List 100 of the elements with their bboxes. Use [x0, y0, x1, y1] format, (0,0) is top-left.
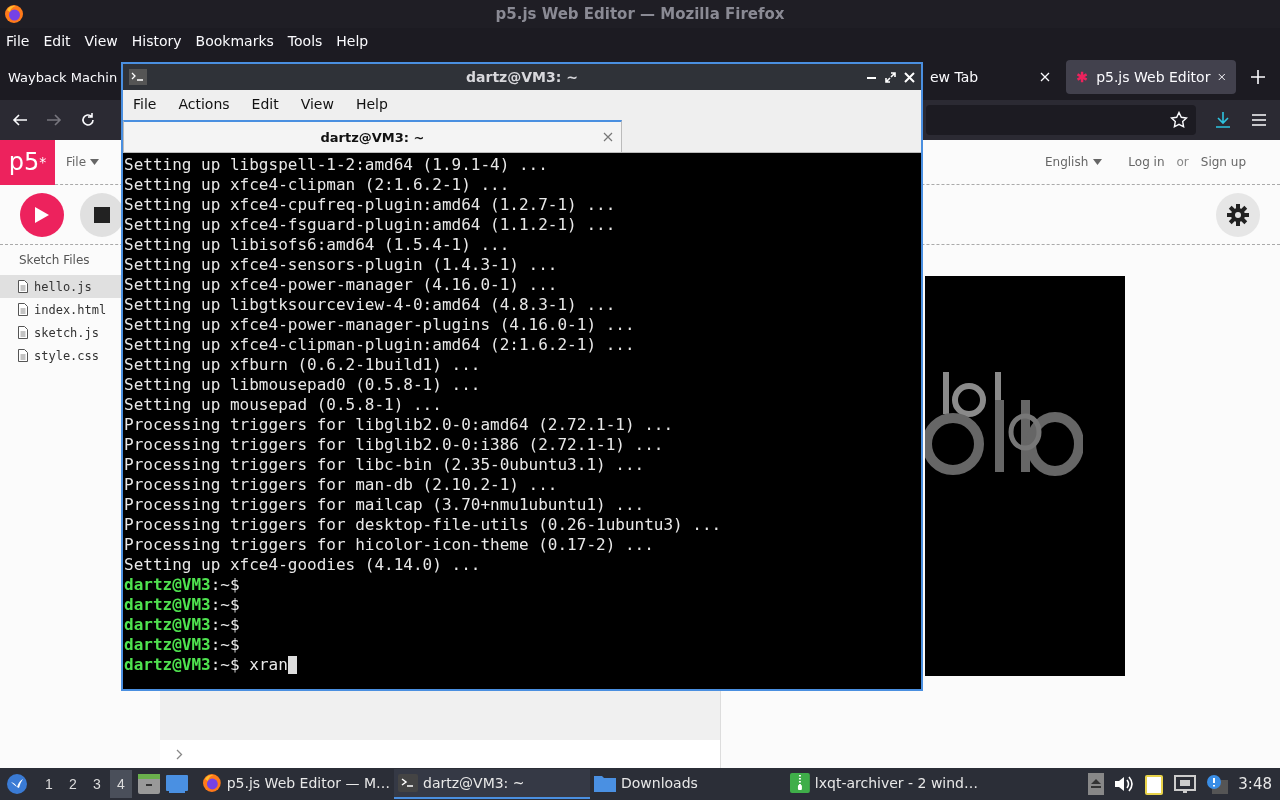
file-menu[interactable]: File	[66, 155, 100, 169]
menu-item[interactable]: Help	[336, 33, 369, 49]
browser-tab[interactable]: Wayback Machin	[0, 60, 121, 94]
terminal-line: Setting up xfce4-fsguard-plugin:amd64 (1.1.2-1) ...	[124, 215, 616, 235]
sketch-file-entry[interactable]: index.html	[0, 298, 121, 321]
menu-item[interactable]: Actions	[178, 96, 230, 112]
menu-item[interactable]: Edit	[43, 33, 71, 49]
chevron-icon[interactable]	[176, 748, 183, 760]
menu-item[interactable]: Bookmarks	[195, 33, 274, 49]
browser-tab[interactable]: ew Tab	[920, 60, 1060, 94]
file-icon	[18, 280, 28, 293]
window-icon[interactable]	[166, 775, 188, 793]
stop-button[interactable]	[80, 192, 124, 237]
terminal-icon	[129, 69, 147, 85]
zipper-icon	[790, 773, 810, 793]
desktop-button[interactable]: 4	[110, 770, 132, 798]
download-icon[interactable]	[1214, 111, 1232, 129]
taskbar-button[interactable]: Downloads	[590, 769, 786, 799]
browser-tab[interactable]: p5.js Web Editor	[1066, 60, 1236, 94]
desktop-button[interactable]: 2	[62, 770, 84, 798]
p5-logo[interactable]: p5$^{*}$	[0, 139, 55, 185]
terminal-line: Setting up libmousepad0 (0.5.8-1) ...	[124, 375, 481, 395]
reload-icon[interactable]	[80, 112, 96, 128]
volume-icon[interactable]	[1114, 775, 1135, 793]
terminal-line: Setting up xfce4-goodies (4.14.0) ...	[124, 555, 481, 575]
firefox-icon	[4, 4, 24, 24]
clipboard-icon[interactable]	[1144, 773, 1165, 795]
desktop-button[interactable]: 1	[38, 770, 60, 798]
prompt-path: :~$	[210, 655, 240, 675]
prompt-user: dartz@VM3	[124, 655, 211, 675]
taskbar-button[interactable]: p5.js Web Editor — M…	[198, 769, 394, 799]
terminal-icon	[398, 774, 418, 792]
terminal-line: Processing triggers for libc-bin (2.35-0ubuntu3.1) ...	[124, 455, 645, 475]
or-text: or	[1176, 155, 1189, 169]
terminal-line: Setting up xfce4-power-manager (4.16.0-1) ...	[124, 275, 558, 295]
menu-item[interactable]: File	[6, 33, 30, 49]
desktop-button[interactable]: 3	[86, 770, 108, 798]
settings-icon	[1227, 203, 1249, 226]
menu-item[interactable]: History	[131, 33, 182, 49]
settings-button[interactable]	[1216, 192, 1260, 237]
terminal-line: Setting up libgtksourceview-4-0:amd64 (4.8.3-1) ...	[124, 295, 616, 315]
terminal-line: Setting up libgspell-1-2:amd64 (1.9.1-4) ...	[124, 155, 548, 175]
firefox-icon	[202, 773, 222, 793]
sketch-file-entry[interactable]: sketch.js	[0, 321, 121, 344]
prompt-path: :~$	[210, 635, 240, 655]
menu-item[interactable]: Help	[355, 96, 388, 112]
prompt-path: :~$	[210, 615, 240, 635]
terminal-line: Processing triggers for hicolor-icon-theme (0.17-2) ...	[124, 535, 654, 555]
asterisk-icon	[1076, 69, 1089, 85]
signup-link[interactable]: Sign up	[1200, 155, 1246, 169]
caret-icon	[90, 159, 100, 165]
terminal-line: Setting up xfce4-cpufreq-plugin:amd64 (1.2.7-1) ...	[124, 195, 616, 215]
prompt-user: dartz@VM3	[124, 595, 211, 615]
terminal-line: Setting up xfce4-clipman (2:1.6.2-1) ...	[124, 175, 510, 195]
menu-item[interactable]: Tools	[287, 33, 323, 49]
clock[interactable]: 3:48	[1238, 775, 1272, 793]
file-icon	[18, 349, 28, 362]
prompt-path: :~$	[210, 595, 240, 615]
menu-item[interactable]: View	[84, 33, 118, 49]
menu-item[interactable]: File	[133, 96, 157, 112]
folder-icon	[594, 774, 616, 792]
prompt-user: dartz@VM3	[124, 635, 211, 655]
terminal-line: Processing triggers for desktop-file-utils (0.26-1ubuntu3) ...	[124, 515, 722, 535]
play-icon	[34, 205, 50, 224]
menu-item[interactable]: View	[300, 96, 334, 112]
terminal-line: Setting up xfce4-power-manager-plugins (4.16.0-1) ...	[124, 315, 635, 335]
login-link[interactable]: Log in	[1128, 155, 1165, 169]
language-menu[interactable]: English	[1044, 155, 1103, 169]
terminal-line: Setting up mousepad (0.5.8-1) ...	[124, 395, 442, 415]
play-button[interactable]	[20, 192, 64, 237]
command-text: xran	[249, 655, 288, 675]
caret-icon	[1093, 159, 1103, 165]
terminal-line: Setting up xfce4-clipman-plugin:amd64 (2:1.6.2-1) ...	[124, 335, 635, 355]
terminal-tab[interactable]: dartz@VM3: ~	[123, 120, 622, 152]
menu-item[interactable]: Edit	[251, 96, 279, 112]
taskbar-button[interactable]: lxqt-archiver - 2 wind…	[786, 769, 982, 799]
new-tab-icon[interactable]	[1250, 69, 1266, 85]
terminal-line: Setting up xfce4-sensors-plugin (1.4.3-1) ...	[124, 255, 558, 275]
file-cabinet-icon[interactable]	[138, 774, 160, 794]
sketch-file-entry[interactable]: hello.js	[0, 275, 121, 298]
taskbar-button[interactable]: dartz@VM3: ~	[394, 769, 590, 799]
terminal-line: Setting up xfburn (0.6.2-1build1) ...	[124, 355, 481, 375]
network-icon[interactable]	[1174, 775, 1197, 793]
menu-icon[interactable]	[1250, 112, 1268, 128]
terminal-line: Processing triggers for man-db (2.10.2-1) ...	[124, 475, 558, 495]
back-icon[interactable]	[12, 112, 28, 128]
sketch-file-entry[interactable]: style.css	[0, 344, 121, 367]
window-title: p5.js Web Editor — Mozilla Firefox	[495, 5, 785, 23]
stop-icon	[94, 206, 110, 223]
notification-icon[interactable]	[1206, 774, 1229, 794]
star-icon[interactable]	[1170, 111, 1188, 129]
maximize-icon[interactable]	[885, 71, 896, 83]
terminal-line: Processing triggers for libglib2.0-0:i386 (2.72.1-1) ...	[124, 435, 664, 455]
prompt-user: dartz@VM3	[124, 575, 211, 595]
terminal-line: Processing triggers for libglib2.0-0:amd64 (2.72.1-1) ...	[124, 415, 674, 435]
terminal-line: Setting up libisofs6:amd64 (1.5.4-1) ...	[124, 235, 510, 255]
terminal-line: Processing triggers for mailcap (3.70+nmu1ubuntu1) ...	[124, 495, 645, 515]
eject-icon[interactable]	[1088, 773, 1105, 795]
prompt-user: dartz@VM3	[124, 615, 211, 635]
window-title: dartz@VM3: ~	[466, 69, 578, 85]
